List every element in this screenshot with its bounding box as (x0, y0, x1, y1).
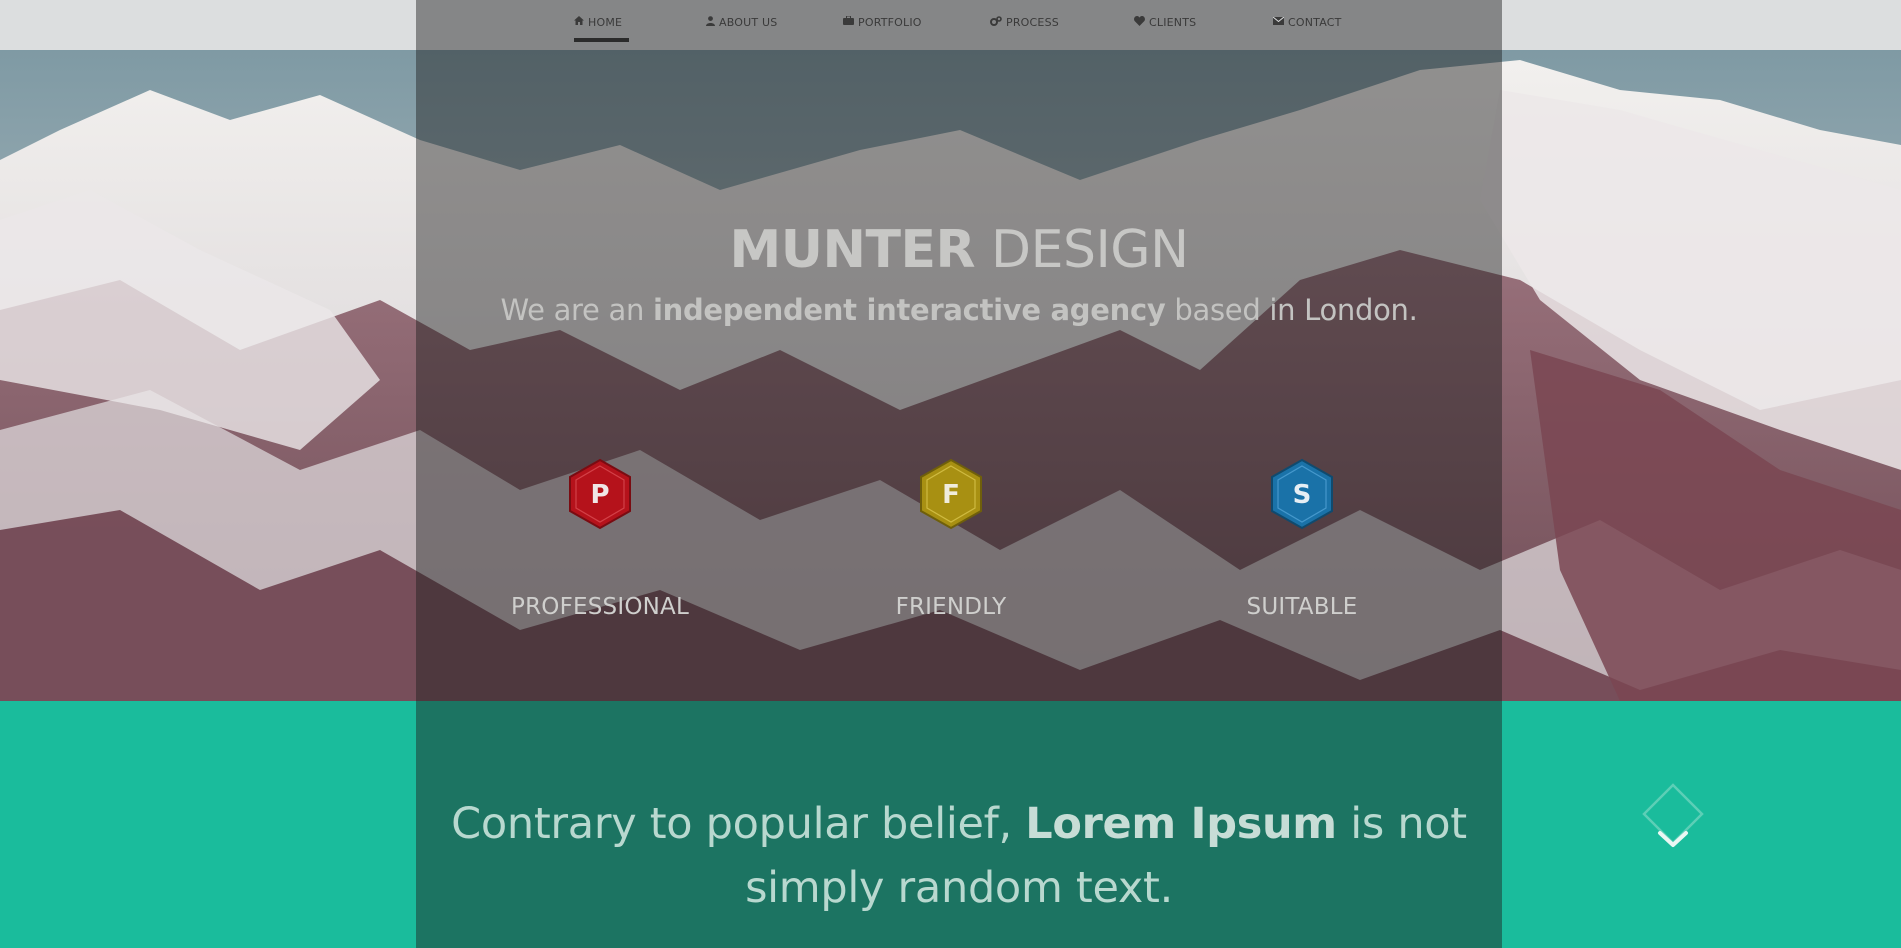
nav-label-home: HOME (588, 15, 623, 29)
nav-item-home[interactable]: HOME (574, 11, 622, 33)
nav-item-contact[interactable]: CONTACT (1272, 11, 1342, 33)
hexagon-f-icon: F (920, 458, 982, 530)
hexagon-p-icon: P (569, 458, 631, 530)
hexagon-s-icon: S (1271, 458, 1333, 530)
feature-label-professional: PROFESSIONAL (511, 594, 689, 620)
hero-tagline: We are an independent interactive agency… (416, 293, 1502, 327)
main-navigation: HOME ABOUT US PORTFOLIO PROCESS CLIENTS … (0, 0, 1901, 50)
nav-label-portfolio: PORTFOLIO (858, 15, 922, 29)
nav-item-clients[interactable]: CLIENTS (1134, 11, 1196, 33)
gears-icon (990, 15, 1002, 29)
scroll-down-button[interactable] (1640, 781, 1706, 853)
intro-quote: Contrary to popular belief, Lorem Ipsum … (430, 792, 1488, 920)
brand-light: DESIGN (975, 220, 1189, 280)
tagline-pre: We are an (500, 293, 653, 327)
brand-bold: MUNTER (729, 220, 976, 280)
nav-label-clients: CLIENTS (1149, 15, 1197, 29)
quote-pre: Contrary to popular belief, (451, 799, 1026, 849)
feature-label-suitable: SUITABLE (1246, 594, 1358, 620)
nav-label-about-us: ABOUT US (719, 15, 778, 29)
envelope-icon (1272, 16, 1285, 28)
active-nav-indicator (574, 38, 629, 42)
feature-letter-f: F (942, 480, 960, 510)
feature-label-friendly: FRIENDLY (895, 594, 1007, 620)
nav-item-process[interactable]: PROCESS (990, 11, 1059, 33)
chevron-down-icon (1642, 783, 1704, 847)
nav-label-process: PROCESS (1006, 15, 1059, 29)
nav-item-portfolio[interactable]: PORTFOLIO (843, 11, 922, 33)
heart-icon (1134, 15, 1145, 29)
feature-suitable: S SUITABLE (1182, 458, 1422, 620)
feature-professional: P PROFESSIONAL (480, 458, 720, 620)
user-icon (706, 15, 715, 29)
quote-bold: Lorem Ipsum (1025, 799, 1337, 849)
feature-letter-s: S (1293, 480, 1312, 510)
home-icon (574, 16, 584, 28)
feature-letter-p: P (590, 480, 609, 510)
tagline-post: based in London. (1165, 293, 1418, 327)
tagline-bold: independent interactive agency (652, 293, 1166, 327)
nav-item-about-us[interactable]: ABOUT US (706, 11, 777, 33)
hero-brand-title: MUNTER DESIGN (416, 220, 1502, 280)
briefcase-icon (843, 15, 854, 28)
nav-label-contact: CONTACT (1288, 15, 1342, 29)
feature-friendly: F FRIENDLY (831, 458, 1071, 620)
